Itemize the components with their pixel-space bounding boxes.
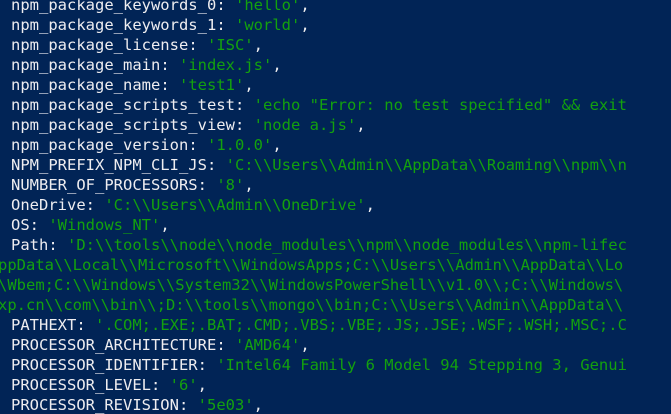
output-line: NUMBER_OF_PROCESSORS: '8',	[11, 175, 254, 195]
trailing-comma: ,	[197, 376, 207, 394]
separator: :	[197, 356, 217, 374]
env-value: '.COM;.EXE;.BAT;.CMD;.VBS;.VBE;.JS;.JSE;…	[95, 316, 627, 334]
output-line: npm_package_main: 'index.js',	[11, 55, 282, 75]
env-key: npm_package_version	[11, 136, 189, 154]
trailing-comma: ,	[365, 196, 375, 214]
env-value: 'Intel64 Family 6 Model 94 Stepping 3, G…	[216, 356, 627, 374]
trailing-comma: ,	[272, 136, 282, 154]
trailing-comma: ,	[356, 116, 366, 134]
env-key: PROCESSOR_IDENTIFIER	[11, 356, 198, 374]
env-key: PROCESSOR_REVISION	[11, 396, 179, 414]
env-value: 'test1'	[178, 76, 245, 94]
output-wrapped-line: ppData\\Local\\Microsoft\\WindowsApps;C:…	[0, 255, 623, 275]
trailing-comma: ,	[300, 0, 310, 14]
env-key: OneDrive	[11, 196, 86, 214]
env-value: '6'	[169, 376, 198, 394]
env-value: 'hello'	[234, 0, 301, 14]
output-line: PROCESSOR_LEVEL: '6',	[11, 375, 207, 395]
output-line: npm_package_scripts_test: 'echo "Error: …	[11, 95, 627, 115]
env-key: PROCESSOR_LEVEL	[11, 376, 151, 394]
env-value: \Wbem;C:\\Windows\\System32\\WindowsPowe…	[0, 276, 624, 294]
output-line: npm_package_keywords_0: 'hello',	[11, 0, 310, 15]
output-line: PROCESSOR_REVISION: '5e03',	[11, 395, 263, 414]
env-key: npm_package_license	[11, 36, 189, 54]
env-key: NPM_PREFIX_NPM_CLI_JS	[11, 156, 207, 174]
env-key: npm_package_name	[11, 76, 161, 94]
env-value: 'C:\\Users\\Admin\\OneDrive'	[104, 196, 366, 214]
trailing-comma: ,	[253, 36, 263, 54]
env-value: '5e03'	[197, 396, 254, 414]
trailing-comma: ,	[244, 76, 254, 94]
output-wrapped-line: \Wbem;C:\\Windows\\System32\\WindowsPowe…	[0, 275, 623, 295]
env-key: npm_package_scripts_view	[11, 116, 235, 134]
env-value: 'Windows_NT'	[48, 216, 161, 234]
output-line: OneDrive: 'C:\\Users\\Admin\\OneDrive',	[11, 195, 375, 215]
separator: :	[216, 336, 235, 354]
env-value: 'echo "Error: no test specified" && exit	[253, 96, 627, 114]
trailing-comma: ,	[244, 176, 254, 194]
separator: :	[197, 176, 217, 194]
output-line: npm_package_scripts_view: 'node a.js',	[11, 115, 366, 135]
env-key: PATHEXT	[11, 316, 77, 334]
separator: :	[160, 56, 179, 74]
output-line: PROCESSOR_ARCHITECTURE: 'AMD64',	[11, 335, 310, 355]
separator: :	[234, 96, 254, 114]
env-value: 'AMD64'	[234, 336, 301, 354]
separator: :	[150, 376, 170, 394]
output-line: NPM_PREFIX_NPM_CLI_JS: 'C:\\Users\\Admin…	[11, 155, 627, 175]
separator: :	[216, 0, 235, 14]
env-key: npm_package_main	[11, 56, 161, 74]
trailing-comma: ,	[300, 16, 310, 34]
env-value: ppData\\Local\\Microsoft\\WindowsApps;C:…	[0, 256, 624, 274]
env-value: 'D:\\tools\\node\\node_modules\\npm\\nod…	[67, 236, 627, 254]
output-wrapped-line: xp.cn\\com\\bin\\;D:\\tools\\mongo\\bin;…	[0, 295, 623, 315]
separator: :	[29, 216, 49, 234]
env-key: PROCESSOR_ARCHITECTURE	[11, 336, 217, 354]
terminal-window[interactable]: npm_package_keywords_0: 'hello', npm_pack…	[0, 0, 671, 414]
separator: :	[76, 316, 95, 334]
output-line: npm_package_name: 'test1',	[11, 75, 254, 95]
separator: :	[188, 136, 207, 154]
output-line: npm_package_license: 'ISC',	[11, 35, 263, 55]
separator: :	[178, 396, 198, 414]
output-line: PATHEXT: '.COM;.EXE;.BAT;.CMD;.VBS;.VBE;…	[11, 315, 627, 335]
separator: :	[48, 236, 67, 254]
separator: :	[216, 16, 235, 34]
output-line: npm_package_version: '1.0.0',	[11, 135, 282, 155]
env-value: 'C:\\Users\\Admin\\AppData\\Roaming\\npm…	[225, 156, 627, 174]
separator: :	[206, 156, 226, 174]
env-value: '1.0.0'	[206, 136, 273, 154]
env-value: 'index.js'	[178, 56, 273, 74]
separator: :	[160, 76, 179, 94]
output-line: OS: 'Windows_NT',	[11, 215, 170, 235]
separator: :	[85, 196, 105, 214]
separator: :	[234, 116, 254, 134]
env-key: npm_package_scripts_test	[11, 96, 235, 114]
env-value: 'node a.js'	[253, 116, 357, 134]
env-value: 'ISC'	[206, 36, 254, 54]
env-key: OS	[11, 216, 30, 234]
env-key: npm_package_keywords_1	[11, 16, 217, 34]
output-line: PROCESSOR_IDENTIFIER: 'Intel64 Family 6 …	[11, 355, 627, 375]
env-value: xp.cn\\com\\bin\\;D:\\tools\\mongo\\bin;…	[0, 296, 624, 314]
env-key: npm_package_keywords_0	[11, 0, 217, 14]
trailing-comma: ,	[300, 336, 310, 354]
env-value: '8'	[216, 176, 245, 194]
output-line: Path: 'D:\\tools\\node\\node_modules\\np…	[11, 235, 627, 255]
trailing-comma: ,	[272, 56, 282, 74]
trailing-comma: ,	[160, 216, 170, 234]
env-value: 'world'	[234, 16, 301, 34]
separator: :	[188, 36, 207, 54]
env-key: Path	[11, 236, 49, 254]
env-key: NUMBER_OF_PROCESSORS	[11, 176, 198, 194]
output-line: npm_package_keywords_1: 'world',	[11, 15, 310, 35]
trailing-comma: ,	[253, 396, 263, 414]
